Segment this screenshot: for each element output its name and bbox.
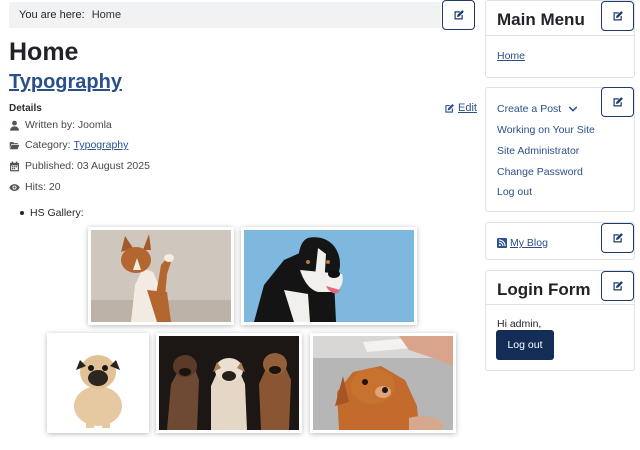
module-divider bbox=[486, 35, 634, 36]
edit-icon bbox=[445, 103, 454, 113]
menu-item-change-password[interactable]: Change Password bbox=[497, 166, 583, 178]
main-content: You are here: Home Home Typography Detai… bbox=[0, 0, 480, 450]
user-icon bbox=[10, 120, 19, 131]
login-greeting: Hi admin, bbox=[497, 318, 542, 330]
breadcrumb: You are here: Home bbox=[9, 2, 441, 28]
dog-photo-basenji bbox=[91, 230, 231, 322]
edit-icon bbox=[613, 11, 623, 21]
eye-icon bbox=[9, 183, 20, 191]
category-prefix: Category: bbox=[25, 139, 71, 151]
hits-count: Hits: 20 bbox=[25, 181, 61, 193]
edit-icon bbox=[613, 233, 623, 243]
meta-published: Published: 03 August 2025 bbox=[9, 160, 150, 172]
gallery-photo-pug[interactable] bbox=[47, 333, 149, 433]
folder-icon bbox=[9, 141, 20, 149]
login-form-edit-button[interactable] bbox=[601, 271, 634, 301]
meta-hits: Hits: 20 bbox=[9, 181, 61, 193]
create-post-label: Create a Post bbox=[497, 103, 562, 115]
gallery-photo-three-dogs[interactable] bbox=[156, 333, 302, 433]
gallery-photo-bath-puppy[interactable] bbox=[310, 333, 456, 433]
main-menu-home-link[interactable]: Home bbox=[497, 50, 525, 62]
breadcrumb-edit-button[interactable] bbox=[442, 0, 475, 30]
calendar-icon bbox=[10, 161, 19, 171]
menu-item-site-administrator[interactable]: Site Administrator bbox=[497, 145, 579, 157]
gallery-photo-basenji[interactable] bbox=[88, 227, 234, 325]
dog-photo-three-dogs bbox=[159, 336, 299, 430]
gallery-photo-bernese[interactable] bbox=[241, 227, 417, 325]
menu-item-create-post[interactable]: Create a Post bbox=[497, 103, 578, 115]
my-blog-link[interactable]: My Blog bbox=[497, 237, 548, 249]
edit-link-label: Edit bbox=[458, 102, 477, 114]
user-menu-edit-button[interactable] bbox=[601, 87, 634, 117]
menu-item-working-on-site[interactable]: Working on Your Site bbox=[497, 124, 595, 136]
article-title-link[interactable]: Typography bbox=[9, 71, 122, 94]
blog-edit-button[interactable] bbox=[601, 223, 634, 253]
rss-icon bbox=[497, 238, 507, 248]
breadcrumb-home[interactable]: Home bbox=[92, 9, 121, 21]
published-date: Published: 03 August 2025 bbox=[25, 160, 150, 172]
edit-icon bbox=[613, 281, 623, 291]
bullet-dot bbox=[20, 211, 24, 215]
logout-button[interactable]: Log out bbox=[496, 330, 554, 360]
article-edit-link[interactable]: Edit bbox=[444, 102, 477, 114]
edit-icon bbox=[613, 97, 623, 107]
meta-author: Written by: Joomla bbox=[9, 119, 112, 131]
gallery-label: HS Gallery: bbox=[30, 207, 84, 219]
written-by: Written by: Joomla bbox=[25, 119, 112, 131]
details-label: Details bbox=[9, 103, 42, 114]
breadcrumb-prefix: You are here: bbox=[19, 9, 85, 21]
meta-category: Category: Typography bbox=[9, 139, 128, 151]
chevron-down-icon bbox=[568, 106, 578, 112]
my-blog-label: My Blog bbox=[510, 237, 548, 249]
menu-item-log-out[interactable]: Log out bbox=[497, 186, 532, 198]
main-menu-title: Main Menu bbox=[497, 10, 585, 29]
category-link[interactable]: Typography bbox=[74, 139, 129, 151]
dog-photo-bernese bbox=[244, 230, 414, 322]
edit-icon bbox=[454, 10, 464, 20]
login-form-title: Login Form bbox=[497, 280, 591, 299]
dog-photo-bath-puppy bbox=[313, 336, 453, 430]
gallery-list-item: HS Gallery: bbox=[20, 207, 84, 219]
page-title: Home bbox=[9, 38, 79, 66]
main-menu-edit-button[interactable] bbox=[601, 1, 634, 31]
module-divider bbox=[486, 304, 634, 305]
dog-photo-pug bbox=[50, 336, 146, 430]
